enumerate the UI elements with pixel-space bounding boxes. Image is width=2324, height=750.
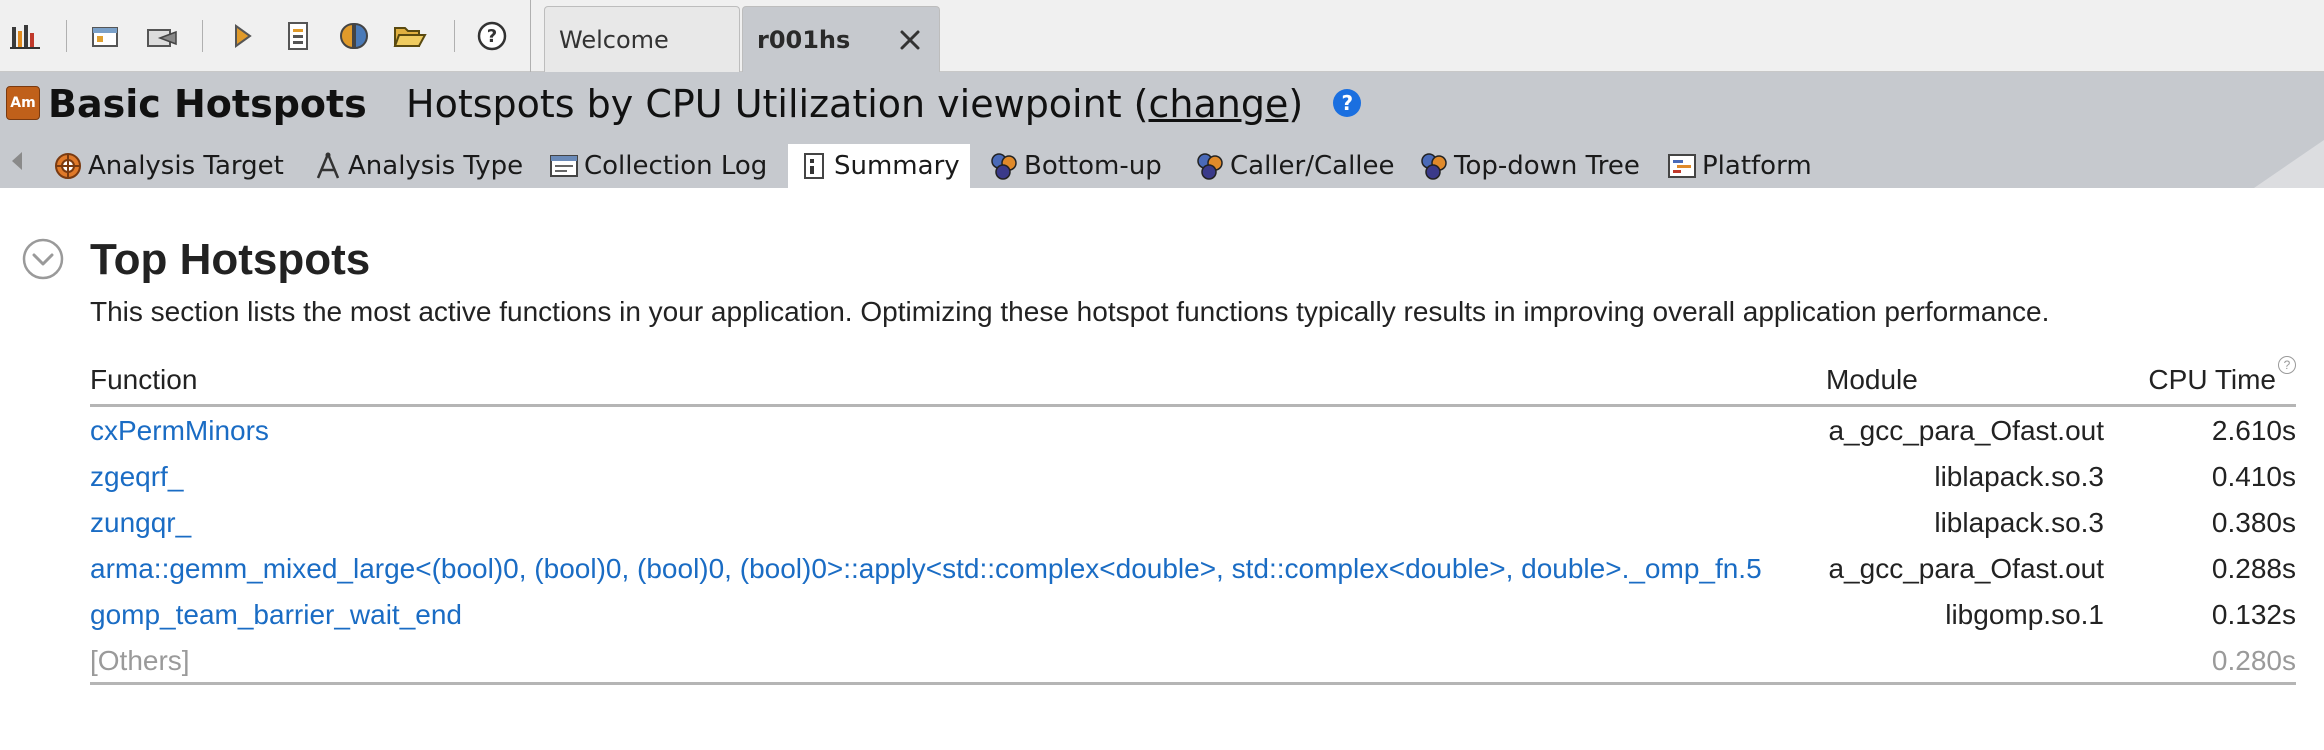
cpu-time-cell: 0.410s xyxy=(2211,461,2296,492)
tab-analysis-target-label: Analysis Target xyxy=(88,151,284,181)
new-project-icon[interactable] xyxy=(88,18,124,54)
tab-summary-label: Summary xyxy=(834,151,960,181)
compare-results-icon[interactable] xyxy=(336,18,372,54)
table-row: gomp_team_barrier_wait_end libgomp.so.1 … xyxy=(90,592,2296,638)
column-header-function[interactable]: Function xyxy=(90,362,197,398)
close-icon[interactable] xyxy=(895,25,925,55)
help-icon[interactable]: ? xyxy=(474,18,510,54)
tab-welcome[interactable]: Welcome xyxy=(544,6,740,72)
app-badge-text: Am xyxy=(10,95,36,111)
viewpoint-prefix: Hotspots by CPU Utilization viewpoint ( xyxy=(406,82,1149,126)
cpu-time-help-icon[interactable]: ? xyxy=(2278,356,2296,374)
module-cell: liblapack.so.3 xyxy=(1934,507,2104,538)
tab-analysis-type-label: Analysis Type xyxy=(348,151,524,181)
analysis-type-icon: Am xyxy=(6,86,40,120)
tab-caller-callee[interactable]: Caller/Callee xyxy=(1194,144,1395,188)
tab-analysis-type[interactable]: Analysis Type xyxy=(312,144,523,188)
tab-r001hs[interactable]: r001hs xyxy=(742,6,940,72)
viewpoint-title: Hotspots by CPU Utilization viewpoint (c… xyxy=(406,78,1362,130)
project-navigator-icon[interactable] xyxy=(8,18,44,54)
open-file-icon[interactable] xyxy=(392,18,428,54)
open-project-icon[interactable] xyxy=(144,18,180,54)
tab-top-down-tree-label: Top-down Tree xyxy=(1454,151,1640,181)
module-cell: liblapack.so.3 xyxy=(1934,461,2104,492)
tab-summary[interactable]: Summary xyxy=(788,144,970,188)
section-title: Top Hotspots xyxy=(90,235,371,284)
module-cell: a_gcc_para_Ofast.out xyxy=(1828,553,2104,584)
tab-analysis-target[interactable]: Analysis Target xyxy=(52,144,284,188)
table-row: zgeqrf_ liblapack.so.3 0.410s xyxy=(90,454,2296,500)
table-row: cxPermMinors a_gcc_para_Ofast.out 2.610s xyxy=(90,408,2296,454)
platform-icon xyxy=(1666,150,1698,182)
analysis-title: Basic Hotspots xyxy=(48,82,367,126)
tab-r001hs-label: r001hs xyxy=(757,25,851,54)
table-footer-rule xyxy=(90,682,2296,685)
top-down-icon xyxy=(1418,150,1450,182)
change-viewpoint-link[interactable]: change xyxy=(1149,82,1289,126)
toolbar-separator xyxy=(66,20,67,52)
viewpoint-suffix: ) xyxy=(1288,82,1304,126)
toolbar-separator xyxy=(202,20,203,52)
toolbar-separator xyxy=(530,0,531,72)
table-row-others: [Others] 0.280s xyxy=(90,638,2296,684)
cpu-time-cell: 0.132s xyxy=(2211,599,2296,630)
column-header-module[interactable]: Module xyxy=(1826,362,1918,398)
tabbar-corner xyxy=(2254,140,2324,188)
caller-callee-icon xyxy=(1194,150,1226,182)
others-label: [Others] xyxy=(90,645,190,676)
function-link[interactable]: zungqr_ xyxy=(90,500,191,546)
table-row: arma::gemm_mixed_large<(bool)0, (bool)0,… xyxy=(90,546,2296,592)
function-link[interactable]: arma::gemm_mixed_large<(bool)0, (bool)0,… xyxy=(90,546,1762,592)
chevron-down-icon xyxy=(22,238,64,280)
tab-bottom-up[interactable]: Bottom-up xyxy=(988,144,1162,188)
tab-platform[interactable]: Platform xyxy=(1666,144,1812,188)
collapse-section-button[interactable] xyxy=(22,238,64,280)
log-icon xyxy=(548,150,580,182)
module-cell: libgomp.so.1 xyxy=(1945,599,2104,630)
tab-collection-log[interactable]: Collection Log xyxy=(548,144,767,188)
function-link[interactable]: zgeqrf_ xyxy=(90,454,183,500)
tab-platform-label: Platform xyxy=(1702,151,1812,181)
compass-icon xyxy=(312,150,344,182)
scroll-left-icon[interactable] xyxy=(12,152,22,170)
summary-icon xyxy=(798,150,830,182)
tab-caller-callee-label: Caller/Callee xyxy=(1230,151,1395,181)
tab-top-down-tree[interactable]: Top-down Tree xyxy=(1418,144,1640,188)
cpu-time-cell: 0.380s xyxy=(2211,507,2296,538)
tab-welcome-label: Welcome xyxy=(559,25,669,54)
column-header-cpu-time[interactable]: CPU Time? xyxy=(2148,356,2296,398)
tab-bottom-up-label: Bottom-up xyxy=(1024,151,1162,181)
svg-text:?: ? xyxy=(487,26,497,47)
function-link[interactable]: gomp_team_barrier_wait_end xyxy=(90,592,462,638)
table-row: zungqr_ liblapack.so.3 0.380s xyxy=(90,500,2296,546)
tab-collection-log-label: Collection Log xyxy=(584,151,768,181)
open-result-icon[interactable] xyxy=(280,18,316,54)
others-cpu-time-cell: 0.280s xyxy=(2211,645,2296,676)
cpu-time-cell: 2.610s xyxy=(2211,415,2296,446)
bottom-up-icon xyxy=(988,150,1020,182)
new-analysis-icon[interactable] xyxy=(224,18,260,54)
table-header-rule xyxy=(90,404,2296,407)
view-tabbar: Analysis Target Analysis Type Collection… xyxy=(0,140,2324,188)
function-link[interactable]: cxPermMinors xyxy=(90,408,269,454)
column-header-cpu-time-label: CPU Time xyxy=(2148,364,2276,395)
viewpoint-help-icon[interactable]: ? xyxy=(1333,88,1362,117)
target-icon xyxy=(52,150,84,182)
main-toolbar: ? Welcome r001hs xyxy=(0,0,2324,72)
section-description: This section lists the most active funct… xyxy=(90,296,2050,327)
cpu-time-cell: 0.288s xyxy=(2211,553,2296,584)
analysis-header: Am Basic Hotspots Hotspots by CPU Utiliz… xyxy=(0,72,2324,140)
module-cell: a_gcc_para_Ofast.out xyxy=(1828,415,2104,446)
toolbar-separator xyxy=(454,20,455,52)
